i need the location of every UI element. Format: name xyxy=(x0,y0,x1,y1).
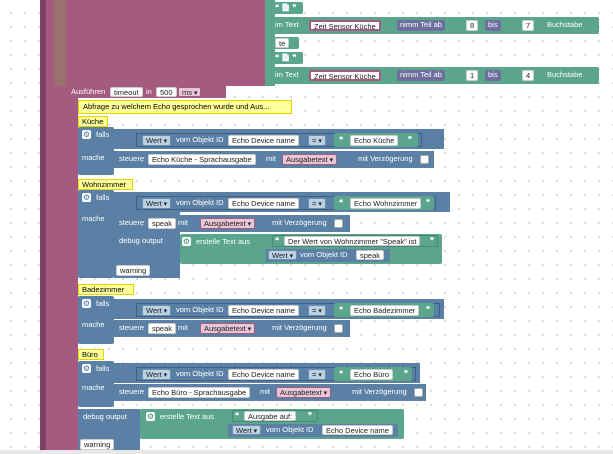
gear-icon[interactable]: ⚙ xyxy=(82,193,91,202)
compare-block-wohnzimmer[interactable]: Wert vom Objekt ID Echo Device name = ❝ … xyxy=(114,192,450,212)
control-block-kueche[interactable]: steuere Echo Küche - Sprachausgabe mit A… xyxy=(114,151,434,168)
top-pink-block[interactable] xyxy=(66,0,266,86)
comment-block[interactable]: Abfrage zu welchem Echo gesprochen wurde… xyxy=(78,100,292,114)
timeout-block[interactable]: Ausführen timeout in 500 ms xyxy=(66,86,226,98)
delay-checkbox[interactable] xyxy=(420,155,429,164)
room-label-kueche[interactable]: Küche xyxy=(78,116,108,127)
room-label-buero[interactable]: Büro xyxy=(78,349,104,360)
text-join-wohnzimmer[interactable]: ⚙ erstelle Text aus ❝ Der Wert von Wohnz… xyxy=(180,234,442,264)
control-block-buero[interactable]: steuere Echo Büro - Sprachausgabe mit Au… xyxy=(114,384,426,401)
substring-to-1[interactable]: 7 xyxy=(522,20,535,31)
delay-checkbox[interactable] xyxy=(334,324,343,333)
substring-block-2[interactable]: im Text Zeit Sensor Küche nimm Teil ab 1… xyxy=(271,67,599,84)
quote-block-2[interactable]: ❝ 📄 ❞ xyxy=(271,52,303,64)
delay-checkbox[interactable] xyxy=(334,219,343,228)
outer-block-inner xyxy=(54,0,66,86)
if-block-buero[interactable]: ⚙ falls mache xyxy=(78,361,114,407)
text-join-buero[interactable]: ⚙ erstelle Text aus ❝ Ausgabe auf: ❞ Wer… xyxy=(140,409,404,439)
warning-select-2[interactable]: warning xyxy=(80,439,115,450)
te-block[interactable]: te xyxy=(271,37,299,49)
control-block-wohnzimmer[interactable]: steuere speak mit Ausgabetext mit Verzög… xyxy=(114,215,350,232)
control-block-badezimmer[interactable]: steuere speak mit Ausgabetext mit Verzög… xyxy=(114,320,350,337)
substring-block-1[interactable]: im Text Zeit Sensor Küche nimm Teil ab 8… xyxy=(271,17,599,34)
room-label-wohnzimmer[interactable]: Wohnzimmer xyxy=(78,179,133,190)
gear-icon[interactable]: ⚙ xyxy=(146,412,155,421)
timeout-inner-column xyxy=(66,98,78,454)
warning-select-1[interactable]: warning xyxy=(116,265,151,276)
quote-block-1[interactable]: ❝ 📄 ❞ xyxy=(271,2,303,14)
room-label-badezimmer[interactable]: Badezimmer xyxy=(78,284,134,295)
bottom-strip xyxy=(0,450,613,454)
if-block-badezimmer[interactable]: ⚙ falls mache xyxy=(78,296,114,344)
substring-from-1[interactable]: 8 xyxy=(466,20,479,31)
sensor-field-1[interactable]: Zeit Sensor Küche xyxy=(309,20,381,31)
if-block-wohnzimmer[interactable]: ⚙ falls mache xyxy=(78,190,114,278)
gear-icon[interactable]: ⚙ xyxy=(82,299,91,308)
if-block-kueche[interactable]: ⚙ falls mache xyxy=(78,127,114,175)
debug-block-wohnzimmer[interactable]: debug output xyxy=(114,234,180,248)
compare-block-kueche[interactable]: Wert vom Objekt ID Echo Device name = ❝ … xyxy=(114,129,444,149)
timeout-unit[interactable]: ms xyxy=(178,87,202,97)
compare-block-badezimmer[interactable]: Wert vom Objekt ID Echo Device name = ❝ … xyxy=(114,299,444,319)
delay-checkbox[interactable] xyxy=(414,388,423,397)
gear-icon[interactable]: ⚙ xyxy=(182,237,191,246)
gear-icon[interactable]: ⚙ xyxy=(82,130,91,139)
compare-block-buero[interactable]: Wert vom Objekt ID Echo Device name = ❝ … xyxy=(114,363,420,383)
timeout-field[interactable]: timeout xyxy=(110,87,143,97)
sensor-field-2[interactable]: Zeit Sensor Küche xyxy=(309,70,381,81)
timeout-value[interactable]: 500 xyxy=(156,87,177,97)
gear-icon[interactable]: ⚙ xyxy=(82,364,91,373)
substring-op-1[interactable]: nimm Teil ab xyxy=(397,20,445,31)
